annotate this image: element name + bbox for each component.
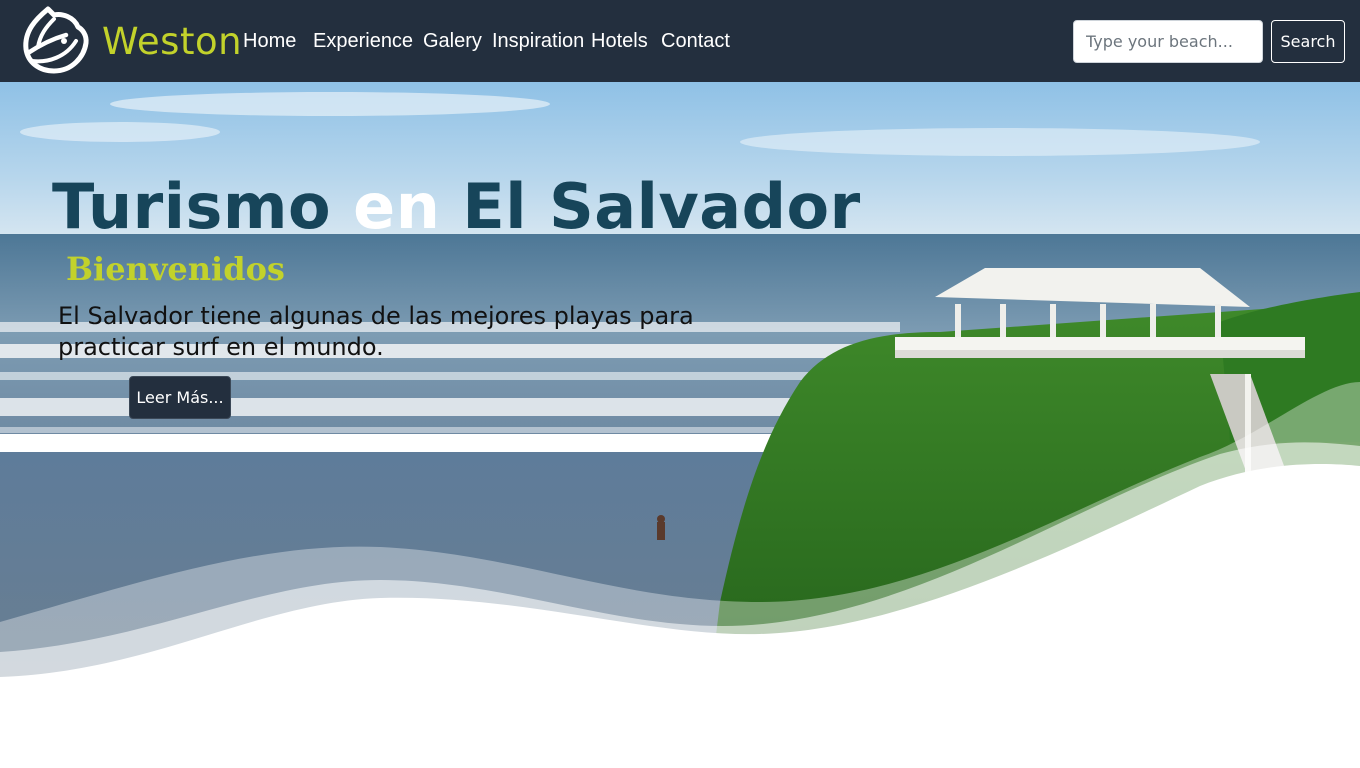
hero-section: Turismo en El Salvador Bienvenidos El Sa… — [0, 82, 1360, 768]
navbar: Weston Home Experience Galery Inspiratio… — [0, 0, 1360, 82]
nav-link-home[interactable]: Home — [243, 30, 296, 53]
search-input[interactable] — [1073, 20, 1263, 63]
hero-title: Turismo en El Salvador — [52, 170, 861, 243]
nav-link-inspiration[interactable]: Inspiration — [492, 30, 584, 53]
hero-description: El Salvador tiene algunas de las mejores… — [58, 302, 694, 361]
search-form: Search — [1073, 20, 1345, 63]
nav-link-hotels[interactable]: Hotels — [591, 30, 648, 53]
nav-link-contact[interactable]: Contact — [661, 30, 730, 53]
hero-subtitle: Bienvenidos — [66, 250, 285, 288]
hero-title-accent: en — [353, 170, 441, 243]
hero-title-part2: El Salvador — [440, 170, 861, 243]
nav-link-experience[interactable]: Experience — [313, 30, 413, 53]
nav-links: Home Experience Galery Inspiration Hotel… — [0, 0, 760, 82]
hero-title-part1: Turismo — [52, 170, 354, 243]
nav-link-galery[interactable]: Galery — [423, 30, 482, 53]
search-button[interactable]: Search — [1271, 20, 1345, 63]
read-more-button[interactable]: Leer Más... — [129, 376, 231, 419]
